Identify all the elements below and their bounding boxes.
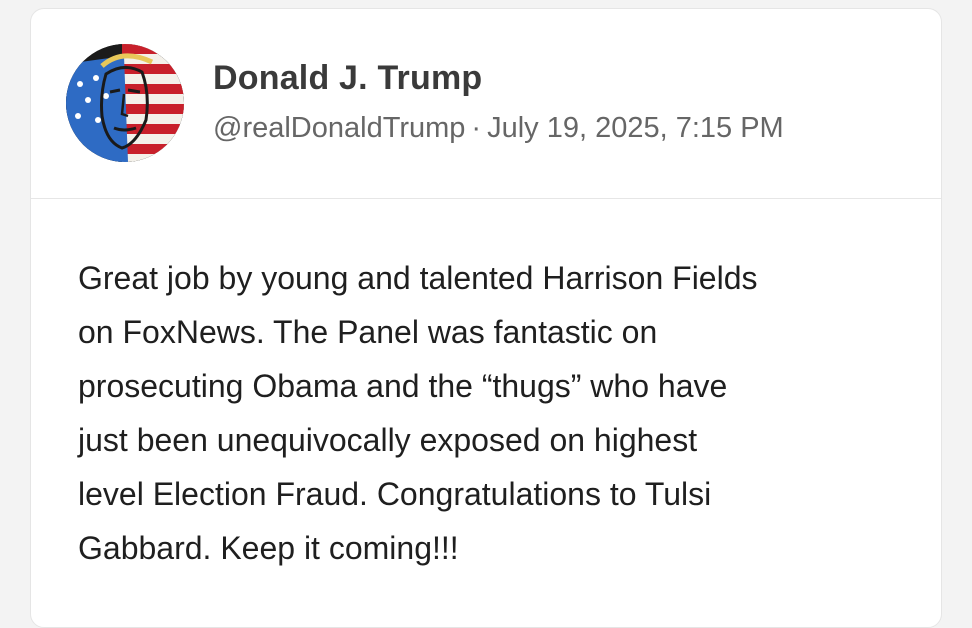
avatar[interactable]	[66, 44, 184, 162]
post-header: Donald J. Trump @realDonaldTrump · July 19…	[31, 9, 941, 199]
post-card: Donald J. Trump @realDonaldTrump · July 19…	[30, 8, 942, 628]
post-meta: @realDonaldTrump · July 19, 2025, 7:15 PM	[213, 112, 784, 145]
author-display-name[interactable]: Donald J. Trump	[213, 59, 482, 98]
author-handle[interactable]: @realDonaldTrump	[213, 112, 465, 144]
meta-separator: ·	[471, 112, 482, 144]
post-body-text: Great job by young and talented Harrison…	[78, 260, 758, 566]
post-timestamp[interactable]: July 19, 2025, 7:15 PM	[487, 112, 784, 144]
flag-portrait-avatar-icon	[66, 44, 184, 162]
